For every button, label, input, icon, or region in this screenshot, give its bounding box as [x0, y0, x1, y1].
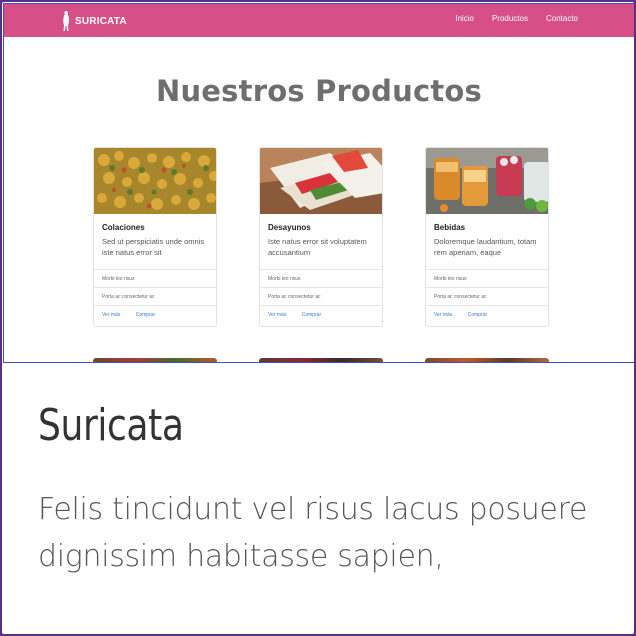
- product-card-peek: [93, 358, 217, 362]
- product-links: Ver más Comprar: [426, 305, 548, 325]
- nav-links: Inicio Productos Contacto: [455, 14, 578, 23]
- product-description: Doloremque laudantium, totam rem aperiam…: [434, 237, 537, 257]
- product-feature-1: Morbi leo risus: [94, 269, 216, 287]
- comprar-link[interactable]: Comprar: [468, 312, 487, 318]
- product-name: Colaciones: [102, 223, 145, 232]
- product-card-bebidas: Bebidas Doloremque laudantium, totam rem…: [425, 147, 549, 327]
- nav-link-inicio[interactable]: Inicio: [455, 14, 474, 23]
- website-preview: SURICATA Inicio Productos Contacto Nuest…: [3, 3, 634, 363]
- comprar-link[interactable]: Comprar: [302, 312, 321, 318]
- product-image-colaciones: [94, 148, 216, 214]
- product-card-peek: [259, 358, 383, 362]
- product-card-peek: [425, 358, 549, 362]
- brand[interactable]: SURICATA: [62, 9, 127, 33]
- product-feature-1: Morbi leo risus: [426, 269, 548, 287]
- section-title: Nuestros Productos: [155, 74, 482, 108]
- content-text: Felis tincidunt vel risus lacus posuere …: [38, 492, 588, 574]
- product-description: Iste natus error sit voluptatem accusant…: [268, 237, 367, 257]
- nav-link-contacto[interactable]: Contacto: [546, 14, 578, 23]
- product-links: Ver más Comprar: [260, 305, 382, 325]
- product-feature-1: Morbi leo risus: [260, 269, 382, 287]
- product-feature-2: Porta ac consectetur ac: [426, 287, 548, 305]
- brand-name: SURICATA: [75, 15, 127, 27]
- product-links: Ver más Comprar: [94, 305, 216, 325]
- product-image-desayunos: [260, 148, 382, 214]
- navbar: SURICATA Inicio Productos Contacto: [4, 4, 634, 37]
- product-image-bebidas: [426, 148, 548, 214]
- product-card-desayunos: Desayunos Iste natus error sit voluptate…: [259, 147, 383, 327]
- product-card-colaciones: Colaciones Sed ut perspiciatis unde omni…: [93, 147, 217, 327]
- app-frame: SURICATA Inicio Productos Contacto Nuest…: [0, 0, 636, 636]
- ver-mas-link[interactable]: Ver más: [102, 312, 120, 318]
- nav-link-productos[interactable]: Productos: [492, 14, 528, 23]
- product-feature-2: Porta ac consectetur ac: [260, 287, 382, 305]
- ver-mas-link[interactable]: Ver más: [434, 312, 452, 318]
- meerkat-logo-icon: [63, 11, 70, 31]
- ver-mas-link[interactable]: Ver más: [268, 312, 286, 318]
- product-description: Sed ut perspiciatis unde omnis iste natu…: [102, 237, 205, 257]
- product-name: Desayunos: [268, 223, 311, 232]
- comprar-link[interactable]: Comprar: [136, 312, 155, 318]
- product-feature-2: Porta ac consectetur ac: [94, 287, 216, 305]
- product-name: Bebidas: [434, 223, 466, 232]
- content-title: Suricata: [38, 400, 184, 451]
